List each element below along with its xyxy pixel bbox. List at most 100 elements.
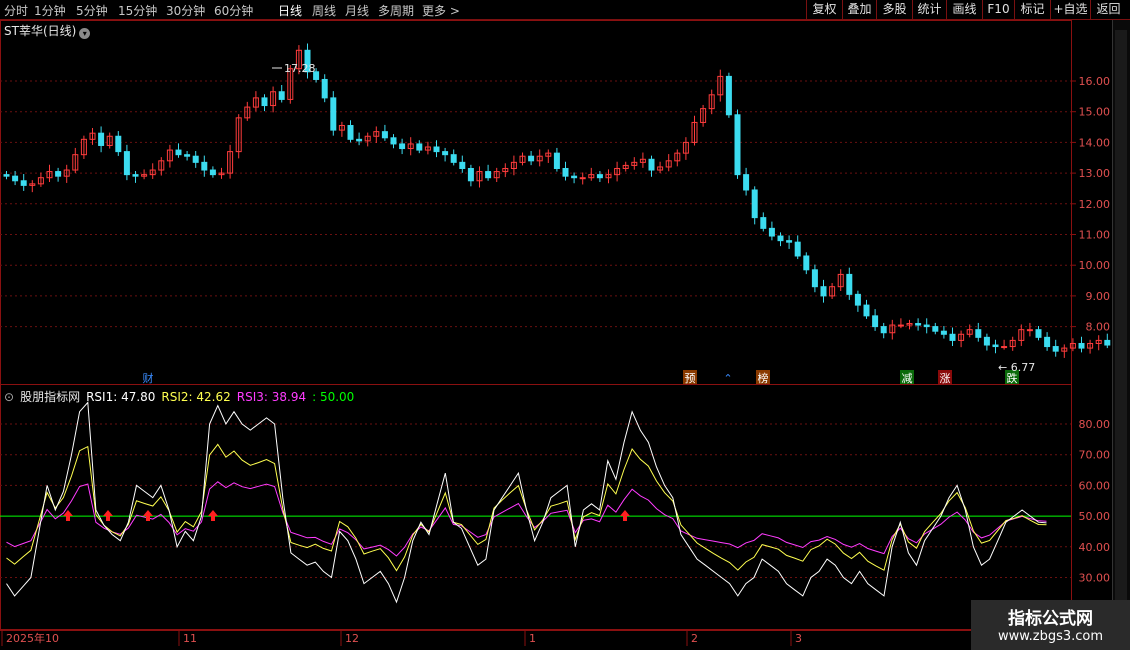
price-tick-label: 14.00 bbox=[1079, 136, 1111, 149]
price-axis: 16.00 15.00 14.00 13.00 12.00 11.00 10.00 9.00 8… bbox=[1071, 75, 1110, 334]
period-multi[interactable]: 多周期 bbox=[378, 2, 414, 19]
candle-body bbox=[949, 333, 956, 341]
price-tick-label: 15.00 bbox=[1079, 106, 1111, 119]
candle-body bbox=[399, 143, 406, 150]
period-monthly[interactable]: 月线 bbox=[345, 2, 369, 19]
candle-body bbox=[880, 326, 887, 334]
candle-body bbox=[209, 169, 216, 176]
candle-body bbox=[321, 78, 328, 99]
candle-body bbox=[381, 131, 388, 139]
candle-body bbox=[562, 167, 569, 177]
indicator-name-icon[interactable]: ⊙ bbox=[4, 390, 14, 404]
candle-body bbox=[897, 324, 904, 327]
stock-name: ST莘华(日线) bbox=[4, 24, 77, 38]
candle-body bbox=[846, 273, 853, 295]
indicator-tick-label: 80.00 bbox=[1079, 418, 1111, 431]
time-tick-label: 3 bbox=[795, 632, 802, 645]
buy-arrow-icon bbox=[103, 509, 113, 521]
price-tick-label: 16.00 bbox=[1079, 75, 1111, 88]
candle-body bbox=[450, 154, 457, 163]
draw-line-button[interactable]: 画线 bbox=[946, 0, 982, 20]
candle-body bbox=[115, 135, 122, 153]
candle-body bbox=[1052, 346, 1059, 352]
candle-body bbox=[1035, 329, 1042, 338]
time-tick-label: 11 bbox=[183, 632, 197, 645]
candle-body bbox=[20, 180, 27, 186]
rsi-lines bbox=[6, 401, 1047, 604]
candle-body bbox=[975, 329, 982, 338]
candle-body bbox=[416, 143, 423, 151]
candle-body bbox=[760, 217, 767, 229]
event-marker: 减 bbox=[902, 372, 913, 385]
candle-body bbox=[915, 323, 922, 326]
candle-body bbox=[820, 286, 827, 297]
right-scrollbar[interactable] bbox=[1112, 20, 1130, 650]
indicator-tick-label: 50.00 bbox=[1079, 510, 1111, 523]
period-weekly[interactable]: 周线 bbox=[312, 2, 336, 19]
period-5min[interactable]: 5分钟 bbox=[76, 2, 108, 19]
period-30min[interactable]: 30分钟 bbox=[166, 2, 205, 19]
multi-stock-button[interactable]: 多股 bbox=[876, 0, 912, 20]
indicator-tick-label: 60.00 bbox=[1079, 479, 1111, 492]
chevron-down-icon[interactable]: ▾ bbox=[79, 28, 91, 39]
candle-body bbox=[725, 75, 732, 116]
watermark-url: www.zbgs3.com bbox=[997, 629, 1104, 644]
event-marker: 财 bbox=[143, 371, 154, 385]
candle-body bbox=[854, 293, 861, 306]
period-15min[interactable]: 15分钟 bbox=[118, 2, 157, 19]
time-tick-label: 1 bbox=[529, 632, 536, 645]
candle-body bbox=[579, 177, 586, 180]
price-grid bbox=[0, 80, 1071, 328]
period-1min[interactable]: 1分钟 bbox=[34, 2, 66, 19]
f10-button[interactable]: F10 bbox=[982, 0, 1014, 20]
candle-body bbox=[467, 167, 474, 182]
candle-body bbox=[184, 154, 191, 157]
watermark: 指标公式网 www.zbgs3.com bbox=[971, 600, 1130, 650]
period-intraday[interactable]: 分时 bbox=[4, 2, 28, 19]
buy-arrow-icon bbox=[208, 509, 218, 521]
event-marker: 涨 bbox=[940, 372, 951, 385]
stock-title[interactable]: ST莘华(日线) ▾ bbox=[4, 22, 91, 39]
price-tick-label: 11.00 bbox=[1079, 229, 1111, 242]
candle-body bbox=[12, 175, 19, 182]
period-more[interactable]: 更多 > bbox=[422, 2, 460, 19]
period-60min[interactable]: 60分钟 bbox=[214, 2, 253, 19]
candle-body bbox=[390, 137, 397, 145]
scrollbar-thumb[interactable] bbox=[1115, 30, 1127, 630]
candle-body bbox=[553, 152, 560, 169]
candle-body bbox=[261, 97, 268, 107]
candle-body bbox=[442, 151, 449, 156]
overlay-button[interactable]: 叠加 bbox=[842, 0, 876, 20]
candle-body bbox=[201, 161, 208, 171]
candle-body bbox=[356, 138, 363, 142]
indicator-name[interactable]: 股朋指标网 bbox=[20, 390, 80, 404]
candle-body bbox=[123, 151, 130, 176]
period-daily[interactable]: 日线 bbox=[278, 2, 302, 19]
price-extremes: 17.28 ← 6.77 bbox=[272, 62, 1035, 374]
candle-body bbox=[98, 132, 105, 146]
add-watchlist-button[interactable]: +自选 bbox=[1050, 0, 1090, 20]
restore-rights-button[interactable]: 复权 bbox=[806, 0, 842, 20]
price-tick-label: 13.00 bbox=[1079, 167, 1111, 180]
candle-body bbox=[648, 158, 655, 171]
indicator-tick-label: 30.00 bbox=[1079, 572, 1111, 585]
candle-body bbox=[55, 171, 62, 177]
mark-button[interactable]: 标记 bbox=[1014, 0, 1050, 20]
candle-body bbox=[330, 97, 337, 131]
level-value: : 50.00 bbox=[312, 390, 355, 404]
candle-body bbox=[786, 240, 793, 243]
low-price-label: ← 6.77 bbox=[998, 361, 1035, 374]
statistics-button[interactable]: 统计 bbox=[912, 0, 946, 20]
candle-body bbox=[863, 304, 870, 317]
candle-body bbox=[777, 235, 784, 242]
event-markers: 财预榜减涨跌⌃ bbox=[143, 370, 1019, 385]
candle-body bbox=[1001, 346, 1008, 349]
price-tick-label: 10.00 bbox=[1079, 259, 1111, 272]
candle-body bbox=[923, 324, 930, 328]
period-toolbar: 分时 1分钟 5分钟 15分钟 30分钟 60分钟 日线 周线 月线 多周期 更… bbox=[0, 0, 1130, 20]
candle-body bbox=[751, 189, 758, 219]
candle-body bbox=[734, 114, 741, 176]
back-button[interactable]: 返回 bbox=[1090, 0, 1126, 20]
candle-body bbox=[278, 91, 285, 100]
kline-chart[interactable]: 16.00 15.00 14.00 13.00 12.00 11.00 10.00 9.00 8… bbox=[0, 20, 1112, 650]
